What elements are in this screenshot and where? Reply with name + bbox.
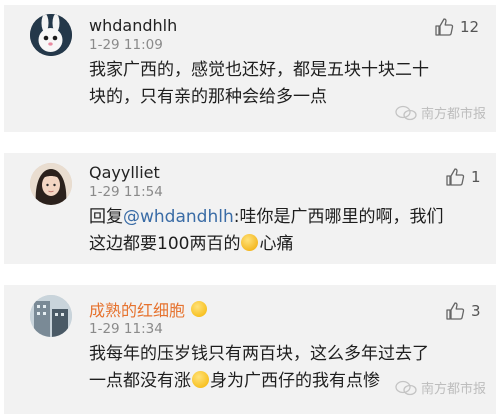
comment-line-text: 心痛 (259, 234, 294, 254)
mention-link[interactable]: @whdandhlh (123, 207, 234, 227)
comment-line: 一点都没有涨 身为广西仔的我有点惨 (89, 368, 429, 395)
like-count: 12 (460, 18, 480, 36)
comment-line: 我家广西的，感觉也还好，都是五块十块二十 (89, 60, 429, 80)
thumbs-up-icon (446, 302, 465, 320)
comment-line-text: 这边都要100两百的 (89, 234, 241, 254)
comment-line-text: 一点都没有涨 (89, 371, 191, 391)
heart-eyes-emoji-icon (191, 301, 208, 317)
username[interactable]: Qayylliet (89, 163, 160, 182)
like-count: 1 (471, 168, 481, 186)
username[interactable]: 成熟的红细胞 (89, 297, 208, 321)
comment-text: 我家广西的，感觉也还好，都是五块十块二十 块的，只有亲的那种会给多一点 (89, 57, 429, 111)
comment-line: 块的，只有亲的那种会给多一点 (89, 87, 327, 107)
wechat-logo-icon (395, 380, 417, 395)
comment-card: Qayylliet 1-29 11:54 1 回复@whdandhlh:哇你是广… (4, 153, 496, 264)
like-count: 3 (471, 302, 481, 320)
thumbs-up-icon (446, 168, 465, 186)
comment-line-text: 身为广西仔的我有点惨 (210, 371, 380, 391)
comment-line: 我每年的压岁钱只有两百块，这么多年过去了 (89, 344, 429, 364)
comment-text: 我每年的压岁钱只有两百块，这么多年过去了 一点都没有涨 身为广西仔的我有点惨 (89, 341, 429, 395)
crying-emoji-icon (241, 234, 259, 251)
avatar[interactable] (30, 295, 72, 337)
watermark-text: 南方都市报 (421, 382, 487, 397)
like-button[interactable]: 1 (445, 167, 481, 187)
watermark: 南方都市报 (395, 103, 486, 122)
username[interactable]: whdandhlh (89, 16, 177, 35)
comment-text: 回复@whdandhlh:哇你是广西哪里的啊，我们 这边都要100两百的 心痛 (89, 204, 443, 258)
comment-card: 成熟的红细胞 1-29 11:34 3 我每年的压岁钱只有两百块，这么多年过去了… (4, 285, 496, 414)
comment-card: whdandhlh 1-29 11:09 12 我家广西的，感觉也还好，都是五块… (4, 5, 496, 132)
bunny-avatar-icon (30, 14, 72, 56)
avatar[interactable] (30, 163, 72, 205)
comment-line-text: :哇你是广西哪里的啊，我们 (233, 207, 444, 227)
girl-avatar-icon (30, 163, 72, 205)
avatar[interactable] (30, 14, 72, 56)
comment-line: 回复@whdandhlh:哇你是广西哪里的啊，我们 (89, 204, 443, 231)
timestamp: 1-29 11:09 (89, 37, 163, 53)
reply-prefix: 回复 (89, 207, 123, 227)
like-button[interactable]: 12 (434, 17, 479, 37)
thumbs-up-icon (435, 18, 454, 36)
timestamp: 1-29 11:54 (89, 184, 163, 200)
smiling-emoji-icon (192, 371, 209, 388)
like-button[interactable]: 3 (445, 301, 481, 321)
timestamp: 1-29 11:34 (89, 321, 163, 337)
username-text: 成熟的红细胞 (89, 301, 186, 320)
comment-line: 这边都要100两百的 心痛 (89, 231, 443, 258)
watermark-text: 南方都市报 (421, 107, 487, 122)
watermark: 南方都市报 (395, 378, 486, 397)
wechat-logo-icon (395, 105, 417, 120)
building-avatar-icon (30, 295, 72, 337)
